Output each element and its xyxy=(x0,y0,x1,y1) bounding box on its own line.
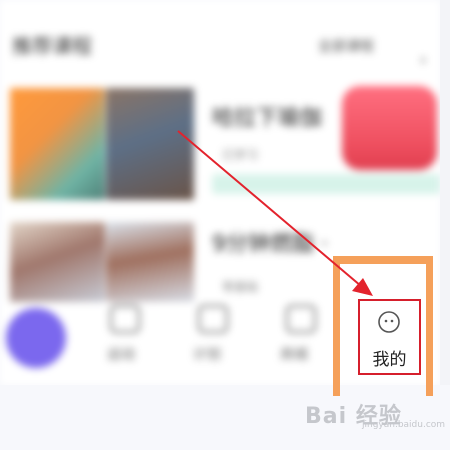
annotation-overlay xyxy=(177,130,373,296)
annotation-arrow xyxy=(177,130,362,287)
baidu-watermark: Bai 经验 jingyan.baidu.com xyxy=(305,396,445,430)
watermark-sub: jingyan.baidu.com xyxy=(362,420,446,430)
